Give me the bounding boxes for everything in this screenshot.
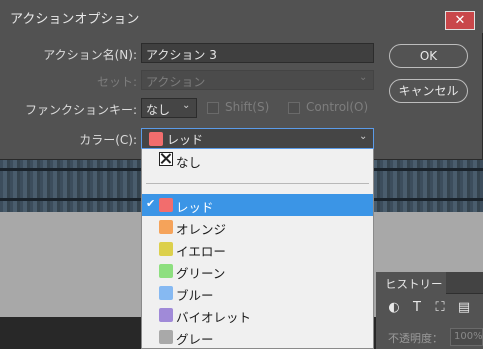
color-swatch [159, 308, 173, 322]
color-swatch [159, 242, 173, 256]
cancel-button[interactable]: キャンセル [389, 79, 468, 103]
color-swatch [159, 264, 173, 278]
close-icon: ✕ [454, 13, 466, 28]
dialog-titlebar[interactable]: アクションオプション ✕ [0, 0, 483, 33]
check-icon: ✔ [146, 197, 156, 210]
option-label: オレンジ [176, 222, 227, 237]
color-label: カラー(C): [79, 133, 137, 147]
history-tabbar: ヒストリー [376, 272, 483, 294]
color-swatch [149, 132, 163, 146]
x-box-icon [159, 152, 173, 166]
color-option-blue[interactable]: ブルー [142, 282, 373, 304]
control-checkbox[interactable] [288, 102, 300, 114]
tab-history[interactable]: ヒストリー [376, 272, 446, 294]
set-select[interactable]: アクション ⌄ [141, 70, 374, 90]
action-name-field[interactable]: アクション 3 [141, 43, 374, 63]
shift-label: Shift(S) [225, 100, 270, 114]
chevron-down-icon: ⌄ [359, 72, 368, 83]
function-key-value: なし [146, 103, 171, 117]
chevron-down-icon: ⌄ [182, 100, 191, 111]
dialog-title: アクションオプション [10, 12, 140, 27]
type-icon[interactable]: T [409, 300, 425, 316]
color-option-yellow[interactable]: イエロー [142, 238, 373, 260]
option-label: バイオレット [176, 310, 252, 325]
option-label: ブルー [176, 288, 214, 303]
history-toolbar: ◐ T ⛶ ▤ [376, 294, 483, 324]
action-name-label: アクション名(N): [43, 48, 137, 62]
transform-icon[interactable]: ⛶ [432, 300, 448, 316]
color-select[interactable]: レッド ⌄ [141, 128, 374, 149]
contrast-icon[interactable]: ◐ [386, 300, 402, 316]
color-select-value: レッド [167, 133, 204, 147]
opacity-field[interactable]: 100% [450, 328, 483, 346]
shift-checkbox[interactable] [207, 102, 219, 114]
set-select-value: アクション [146, 75, 206, 89]
history-panel: ヒストリー ◐ T ⛶ ▤ 不透明度： 100% [376, 272, 483, 349]
color-dropdown-list: なし ✔ レッド オレンジ イエロー グリーン ブルー バイオレット グレー [141, 149, 374, 349]
opacity-label: 不透明度： [388, 332, 443, 345]
control-label: Control(O) [306, 100, 369, 114]
color-swatch [159, 330, 173, 344]
chevron-down-icon: ⌄ [359, 131, 368, 142]
color-option-none[interactable]: なし [142, 149, 373, 171]
close-button[interactable]: ✕ [445, 11, 475, 30]
option-label: イエロー [176, 244, 226, 259]
color-swatch [159, 198, 173, 212]
option-label: グレー [176, 332, 214, 347]
color-option-red[interactable]: ✔ レッド [142, 194, 373, 216]
ok-button[interactable]: OK [389, 44, 468, 68]
page-icon[interactable]: ▤ [456, 300, 472, 316]
color-option-orange[interactable]: オレンジ [142, 216, 373, 238]
option-label: グリーン [176, 266, 226, 281]
action-options-dialog: アクションオプション ✕ アクション名(N): アクション 3 セット: アクシ… [0, 0, 483, 160]
color-swatch [159, 220, 173, 234]
color-swatch [159, 286, 173, 300]
set-label: セット: [96, 75, 137, 89]
separator [146, 183, 369, 184]
function-key-label: ファンクションキー: [24, 103, 137, 117]
function-key-select[interactable]: なし ⌄ [141, 98, 197, 118]
color-option-green[interactable]: グリーン [142, 260, 373, 282]
option-label: レッド [176, 200, 214, 215]
color-option-violet[interactable]: バイオレット [142, 304, 373, 326]
color-option-gray[interactable]: グレー [142, 326, 373, 348]
option-label: なし [176, 155, 202, 170]
